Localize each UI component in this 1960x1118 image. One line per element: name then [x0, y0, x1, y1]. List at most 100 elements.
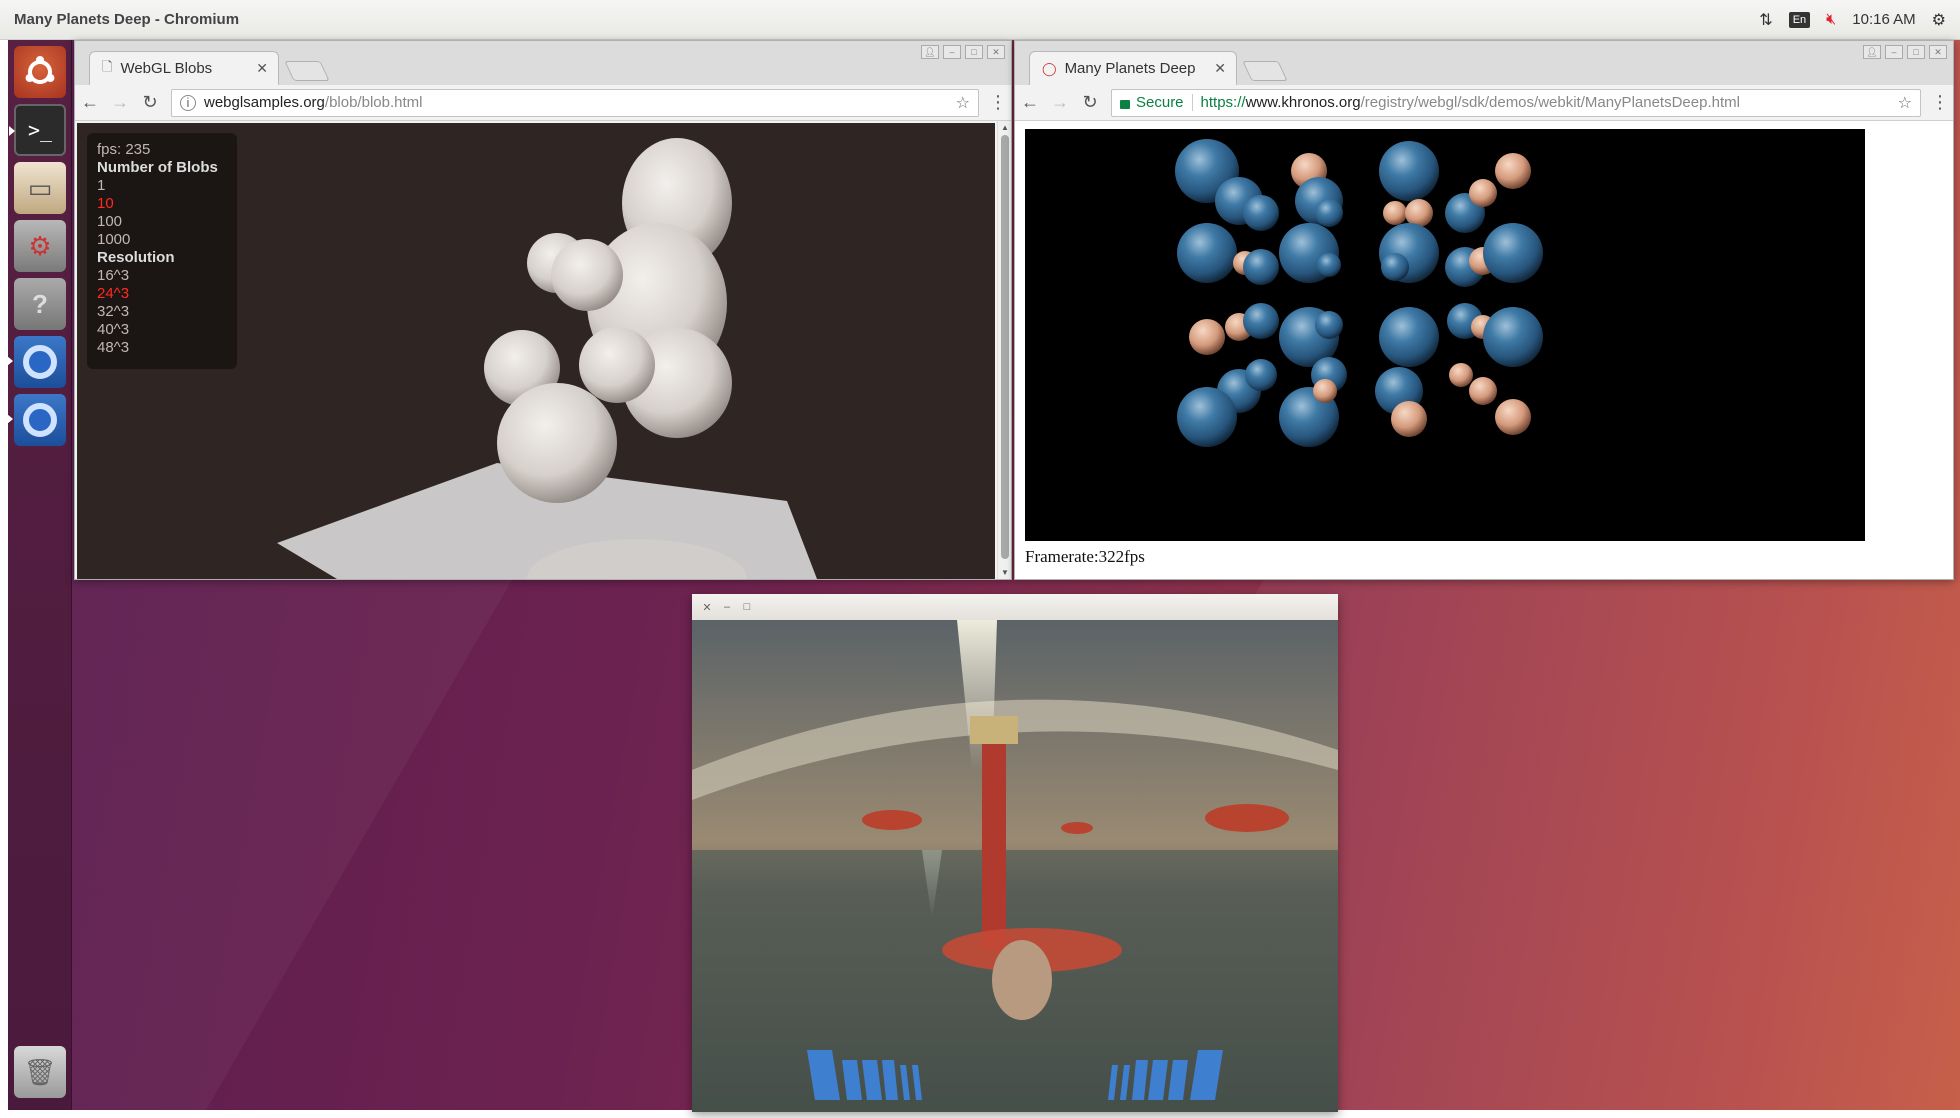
earth-planet — [1379, 307, 1439, 367]
back-icon[interactable]: ← — [75, 92, 105, 113]
enemy-ship — [862, 810, 922, 830]
earth-planet — [1483, 307, 1543, 367]
scrollbar-thumb[interactable] — [1001, 135, 1009, 559]
browser-window-many-planets: ◯ Many Planets Deep ✕ 👤︎ – □ ✕ ← → ↻ Sec… — [1014, 40, 1954, 580]
bookmark-star-icon[interactable]: ☆ — [956, 93, 970, 113]
webgl-blobs-canvas[interactable]: fps: 235 Number of Blobs 1 10 100 1000 R… — [77, 123, 995, 579]
terminal-icon[interactable]: >_ — [9, 104, 66, 156]
url-host: www.khronos.org — [1245, 94, 1361, 111]
mars-planet — [1469, 377, 1497, 405]
network-arrows-icon[interactable]: ⇅ — [1759, 10, 1772, 30]
earth-planet — [1379, 141, 1439, 201]
browser-toolbar: ← → ↻ Secure https://www.khronos.org/reg… — [1015, 85, 1953, 121]
close-tab-icon[interactable]: ✕ — [1214, 60, 1226, 77]
page-content: Framerate:322fps — [1015, 121, 1953, 579]
page-content: fps: 235 Number of Blobs 1 10 100 1000 R… — [75, 121, 1011, 579]
help-icon[interactable]: ? — [14, 278, 66, 330]
profile-icon[interactable]: 👤︎ — [921, 45, 939, 59]
enemy-ship — [1205, 804, 1289, 832]
minimize-icon[interactable]: – — [943, 45, 961, 59]
tab-webgl-blobs[interactable]: 🗋 WebGL Blobs ✕ — [89, 51, 279, 85]
planets-scene — [1175, 139, 1543, 447]
mars-planet — [1383, 201, 1407, 225]
keyboard-layout-icon[interactable]: En — [1788, 11, 1811, 28]
resolution-option[interactable]: 16^3 — [97, 267, 227, 285]
launcher: >_ ▭ ⚙ ? 🗑︎ — [7, 40, 72, 1110]
maximize-icon[interactable]: □ — [740, 600, 754, 614]
blob-option[interactable]: 100 — [97, 213, 227, 231]
menu-icon[interactable]: ⋮ — [985, 92, 1011, 113]
close-icon[interactable]: ✕ — [700, 600, 714, 614]
address-bar[interactable]: i webglsamples.org/blob/blob.html ☆ — [171, 88, 979, 117]
terminal-prompt-glyph: >_ — [27, 118, 53, 142]
reload-icon[interactable]: ↻ — [1075, 92, 1105, 113]
earth-planet — [1315, 311, 1343, 339]
forward-icon[interactable]: → — [105, 92, 135, 113]
browser-toolbar: ← → ↻ i webglsamples.org/blob/blob.html … — [75, 85, 1011, 121]
earth-planet — [1381, 253, 1409, 281]
top-panel: Many Planets Deep - Chromium ⇅ En 🔇︎ 10:… — [0, 0, 1960, 40]
system-tray: ⇅ En 🔇︎ 10:16 AM ⚙ — [1759, 10, 1946, 30]
game-canvas[interactable] — [692, 620, 1338, 1112]
blob-option[interactable]: 1000 — [97, 231, 227, 249]
resolution-option[interactable]: 40^3 — [97, 321, 227, 339]
lock-icon — [1120, 100, 1130, 109]
new-tab-button[interactable] — [284, 61, 330, 81]
profile-icon[interactable]: 👤︎ — [1863, 45, 1881, 59]
volume-muted-icon[interactable]: 🔇︎ — [1826, 11, 1836, 29]
url-path: /registry/webgl/sdk/demos/webkit/ManyPla… — [1360, 94, 1740, 111]
earth-planet — [1317, 253, 1341, 277]
close-icon[interactable]: ✕ — [987, 45, 1005, 59]
file-cabinet-icon[interactable]: ▭ — [14, 162, 66, 214]
mars-planet — [1449, 363, 1473, 387]
tab-strip: ◯ Many Planets Deep ✕ 👤︎ – □ ✕ — [1015, 41, 1953, 85]
earth-planet — [1483, 223, 1543, 283]
clock[interactable]: 10:16 AM — [1852, 11, 1915, 28]
tower-top — [970, 716, 1018, 744]
close-icon[interactable]: ✕ — [1929, 45, 1947, 59]
maximize-icon[interactable]: □ — [1907, 45, 1925, 59]
blob-option[interactable]: 1 — [97, 177, 227, 195]
blobs-control-panel: fps: 235 Number of Blobs 1 10 100 1000 R… — [87, 133, 237, 369]
secure-indicator[interactable]: Secure — [1120, 94, 1193, 111]
scroll-down-icon[interactable]: ▼ — [1000, 568, 1010, 577]
blob — [551, 239, 623, 311]
forward-icon[interactable]: → — [1045, 92, 1075, 113]
earth-planet — [1177, 387, 1237, 447]
running-indicator — [7, 356, 13, 366]
back-icon[interactable]: ← — [1015, 92, 1045, 113]
resolution-option[interactable]: 48^3 — [97, 339, 227, 357]
address-bar[interactable]: Secure https://www.khronos.org/registry/… — [1111, 88, 1921, 117]
close-tab-icon[interactable]: ✕ — [256, 60, 268, 77]
ubuntu-logo-icon[interactable] — [14, 46, 66, 98]
trash-icon[interactable]: 🗑︎ — [14, 1046, 66, 1098]
reload-icon[interactable]: ↻ — [135, 92, 165, 113]
chromium-icon[interactable] — [7, 336, 66, 388]
minimize-icon[interactable]: – — [720, 600, 734, 614]
resolution-heading: Resolution — [97, 249, 175, 266]
power-gear-icon[interactable]: ⚙ — [1932, 10, 1946, 30]
tab-title: WebGL Blobs — [120, 60, 213, 77]
new-tab-button[interactable] — [1242, 61, 1288, 81]
framerate-readout: Framerate:322fps — [1025, 547, 1145, 566]
enemy-ship — [1061, 822, 1093, 834]
menu-icon[interactable]: ⋮ — [1927, 92, 1953, 113]
maximize-icon[interactable]: □ — [965, 45, 983, 59]
resolution-option[interactable]: 32^3 — [97, 303, 227, 321]
bookmark-star-icon[interactable]: ☆ — [1898, 93, 1912, 113]
url-path: /blob/blob.html — [324, 94, 423, 111]
many-planets-canvas[interactable] — [1025, 129, 1865, 541]
blob-option-selected[interactable]: 10 — [97, 195, 227, 213]
scroll-up-icon[interactable]: ▲ — [1000, 123, 1010, 132]
resolution-option-selected[interactable]: 24^3 — [97, 285, 227, 303]
chromium-icon[interactable] — [7, 394, 66, 446]
help-glyph: ? — [32, 288, 48, 319]
tab-many-planets-deep[interactable]: ◯ Many Planets Deep ✕ — [1029, 51, 1237, 85]
settings-gear-icon[interactable]: ⚙ — [14, 220, 66, 272]
minimize-icon[interactable]: – — [1885, 45, 1903, 59]
game-scene — [692, 620, 1338, 1112]
vertical-scrollbar[interactable]: ▲ ▼ — [997, 121, 1011, 579]
info-icon[interactable]: i — [180, 94, 196, 111]
earth-planet — [1245, 359, 1277, 391]
earth-planet — [1177, 223, 1237, 283]
